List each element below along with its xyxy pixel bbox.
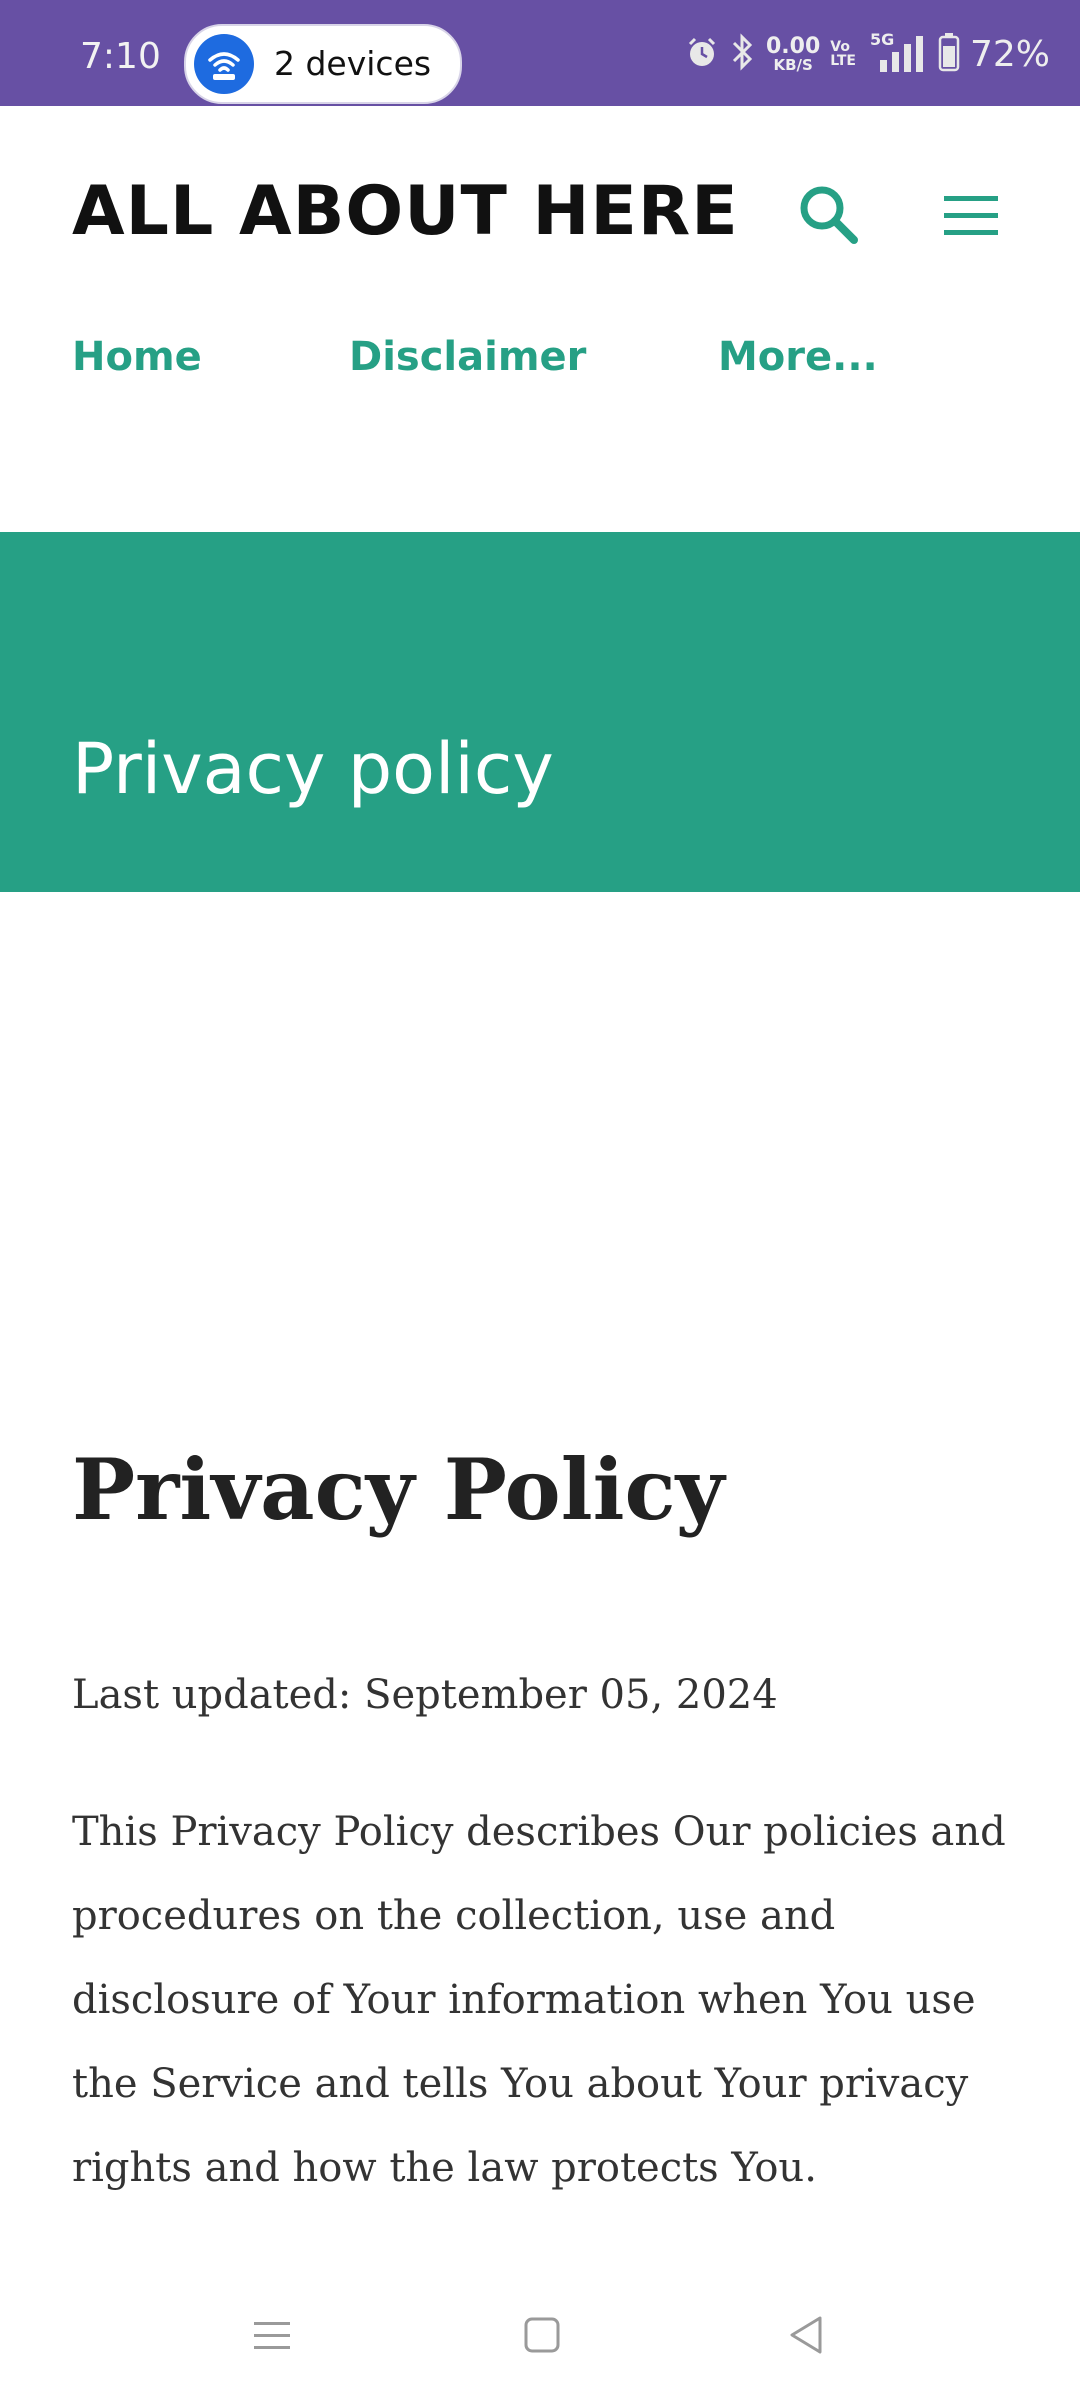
battery-icon: [938, 32, 960, 76]
menu-button[interactable]: [938, 186, 1004, 246]
network-speed: 0.00 KB/S: [765, 33, 821, 74]
hamburger-menu-icon: [944, 196, 998, 235]
recents-icon: [254, 2322, 290, 2349]
bluetooth-icon: [730, 33, 756, 75]
site-title[interactable]: ALL ABOUT HERE: [72, 172, 739, 251]
intro-paragraph: This Privacy Policy describes Our polici…: [72, 1809, 1006, 2191]
status-icons: 0.00 KB/S Vo LTE 5G 72%: [684, 30, 1050, 78]
last-updated: Last updated: September 05, 2024: [72, 1672, 778, 1718]
search-button[interactable]: [794, 180, 864, 250]
back-triangle-icon: [790, 2316, 822, 2354]
signal-5g-icon: 5G: [866, 30, 928, 74]
recents-button[interactable]: [252, 2310, 292, 2364]
top-nav: Home Disclaimer More...: [72, 334, 1022, 394]
battery-percent: 72%: [969, 33, 1050, 75]
volte-indicator: Vo LTE: [830, 39, 856, 69]
banner-title: Privacy policy: [72, 728, 554, 810]
nav-disclaimer[interactable]: Disclaimer: [349, 334, 586, 380]
home-square-icon: [524, 2317, 560, 2353]
alarm-icon: [684, 34, 720, 74]
post-title: Privacy Policy: [72, 1440, 725, 1539]
hotspot-icon: [194, 34, 254, 94]
nav-home[interactable]: Home: [72, 334, 202, 380]
home-button[interactable]: [522, 2310, 562, 2364]
hotspot-chip[interactable]: 2 devices: [184, 24, 462, 104]
system-nav-bar: [0, 2280, 1080, 2390]
back-button[interactable]: [786, 2310, 826, 2364]
status-bar: 7:10 2 devices 0.00 KB/S Vo LTE 5G 72%: [0, 0, 1080, 106]
hotspot-devices-label: 2 devices: [274, 44, 432, 83]
search-icon: [800, 186, 858, 244]
status-time: 7:10: [80, 36, 161, 77]
page-banner: Privacy policy: [0, 532, 1080, 892]
nav-more[interactable]: More...: [718, 334, 878, 380]
